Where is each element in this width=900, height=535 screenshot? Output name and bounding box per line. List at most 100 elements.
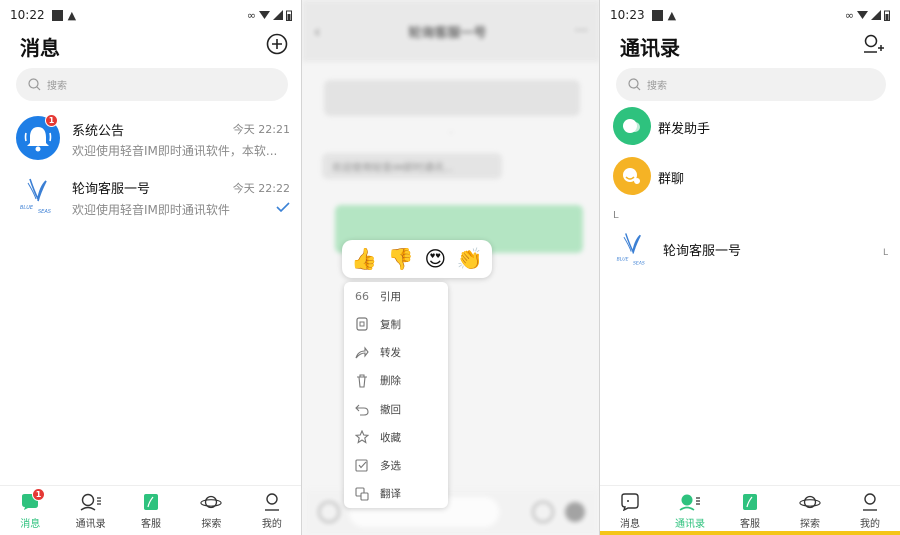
planet-icon: [200, 492, 223, 512]
status-icons: ∞: [845, 9, 890, 22]
contacts-icon: [80, 492, 102, 512]
tab-me[interactable]: 我的: [840, 486, 900, 535]
tab-explore[interactable]: 探索: [181, 486, 241, 535]
tab-contacts[interactable]: 通讯录: [60, 486, 120, 535]
bottom-accent-bar: [600, 531, 900, 535]
tab-label: 我的: [261, 518, 282, 530]
trash-icon: [354, 373, 370, 389]
status-time: 10:22: [10, 8, 45, 22]
tab-label: 我的: [860, 518, 880, 530]
profile-icon: [261, 492, 283, 512]
quote-icon: 66: [355, 289, 369, 303]
search-icon: [628, 78, 641, 91]
plus-circle-icon: [565, 502, 585, 522]
tab-explore[interactable]: 探索: [780, 486, 840, 535]
signal-icon: [871, 10, 881, 20]
tab-label: 客服: [141, 518, 162, 530]
reaction-bar: 👍 👎 😍 👏: [342, 240, 492, 278]
service-icon: [739, 492, 761, 512]
contacts-icon: [679, 492, 701, 512]
group-avatar: [613, 157, 651, 195]
tab-service[interactable]: 客服: [121, 486, 181, 535]
contact-name: 群聊: [658, 172, 685, 187]
search-input[interactable]: 搜索: [16, 68, 288, 101]
clap-icon[interactable]: 👏: [457, 247, 483, 272]
chat-preview: 欢迎使用轻音IM即时通讯软件，本软...: [72, 144, 278, 158]
thumbs-up-icon[interactable]: 👍: [351, 247, 377, 272]
notification-icon: [51, 9, 63, 21]
menu-item-delete[interactable]: 删除: [344, 367, 448, 395]
alphabet-index-letter[interactable]: L: [883, 248, 888, 258]
broadcast-avatar: [613, 107, 651, 145]
menu-label: 多选: [380, 460, 401, 473]
messages-screen: 10:22 ▲ ∞ 消息 搜索 1 系统公告 今天 22:21 欢迎使用轻音IM…: [0, 0, 302, 535]
android-icon: ▲: [67, 8, 77, 22]
menu-label: 引用: [380, 290, 401, 303]
menu-label: 撤回: [380, 403, 401, 416]
chat-item-announcement[interactable]: 1 系统公告 今天 22:21 欢迎使用轻音IM即时通讯软件，本软...: [0, 112, 302, 170]
add-contact-icon[interactable]: [862, 34, 886, 58]
service-icon: [140, 492, 162, 512]
emoji-icon: [532, 501, 554, 523]
menu-label: 翻译: [380, 488, 401, 501]
tab-label: 通讯录: [675, 518, 705, 530]
wifi-icon: [259, 11, 270, 19]
menu-label: 删除: [380, 375, 401, 388]
battery-icon: [286, 10, 292, 21]
broadcast-icon: [623, 119, 640, 133]
contact-name: 群发助手: [658, 122, 711, 137]
tab-messages[interactable]: 消息: [600, 486, 660, 535]
menu-item-multiselect[interactable]: 多选: [344, 452, 448, 480]
svg-text:SEAS: SEAS: [38, 209, 52, 215]
contact-item-groups[interactable]: 群聊: [600, 155, 900, 201]
link-icon: ∞: [844, 8, 854, 22]
group-icon: [623, 168, 640, 184]
copy-icon: [354, 316, 370, 332]
menu-item-favorite[interactable]: 收藏: [344, 423, 448, 451]
tab-contacts[interactable]: 通讯录: [660, 486, 720, 535]
bottom-tab-bar: 消息 通讯录 客服 探索 我的: [600, 485, 900, 535]
add-icon[interactable]: [266, 33, 288, 59]
menu-label: 复制: [380, 318, 401, 331]
tab-messages[interactable]: 1 消息: [0, 486, 60, 535]
translate-icon: [354, 486, 370, 502]
menu-item-forward[interactable]: 转发: [344, 339, 448, 367]
menu-item-copy[interactable]: 复制: [344, 310, 448, 338]
link-icon: ∞: [246, 8, 256, 22]
contact-item-broadcast[interactable]: 群发助手: [600, 105, 900, 151]
heart-eyes-icon[interactable]: 😍: [424, 247, 446, 271]
contact-item-service[interactable]: BLUE SEAS 轮询客服一号: [600, 226, 900, 272]
voice-icon: [318, 501, 340, 523]
tab-me[interactable]: 我的: [242, 486, 302, 535]
tab-service[interactable]: 客服: [720, 486, 780, 535]
wifi-icon: [857, 11, 868, 19]
search-placeholder: 搜索: [647, 81, 667, 92]
multiselect-icon: [354, 458, 370, 474]
chat-name: 系统公告: [72, 124, 125, 139]
chat-name: 轮询客服一号: [72, 182, 151, 197]
unread-badge: 1: [45, 114, 58, 127]
section-header-letter: L: [613, 210, 619, 221]
menu-label: 转发: [380, 347, 401, 360]
undo-icon: [354, 401, 370, 417]
service-avatar: BLUE SEAS: [613, 228, 653, 268]
menu-item-quote[interactable]: 66 引用: [344, 282, 448, 310]
star-icon: [354, 429, 370, 445]
chat-time: 今天 22:21: [232, 123, 290, 136]
menu-item-translate[interactable]: 翻译: [344, 480, 448, 508]
notification-icon: [651, 9, 663, 21]
tab-label: 通讯录: [75, 518, 106, 530]
menu-item-recall[interactable]: 撤回: [344, 395, 448, 423]
android-icon: ▲: [667, 8, 677, 22]
search-input[interactable]: 搜索: [616, 68, 886, 101]
message-icon: [619, 492, 641, 512]
search-icon: [28, 78, 41, 91]
search-placeholder: 搜索: [47, 81, 67, 92]
context-menu: 66 引用 复制 转发 删除 撤回 收藏 多选 翻译: [344, 282, 448, 508]
status-bar: 10:22 ▲ ∞: [0, 0, 302, 30]
chat-item-service[interactable]: BLUE SEAS 轮询客服一号 今天 22:22 欢迎使用轻音IM即时通讯软件: [0, 171, 302, 229]
thumbs-down-icon[interactable]: 👎: [388, 247, 414, 272]
page-title: 通讯录: [620, 35, 680, 60]
profile-icon: [859, 492, 881, 512]
battery-icon: [884, 10, 890, 21]
